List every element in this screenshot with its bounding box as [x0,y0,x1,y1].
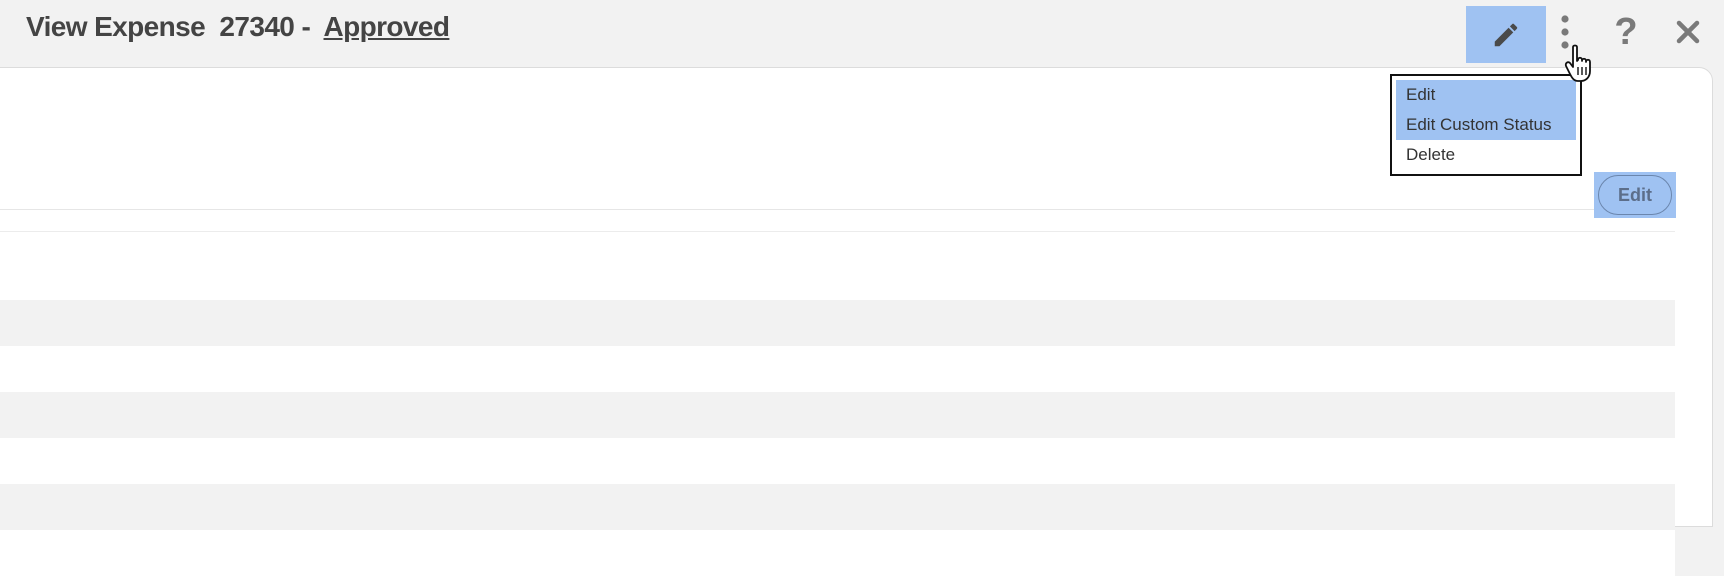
menu-item-edit-custom-status[interactable]: Edit Custom Status [1396,110,1576,140]
section-header-row [0,232,1675,300]
menu-item-edit[interactable]: Edit [1396,80,1576,110]
table-row [0,346,1675,392]
close-button[interactable] [1668,12,1708,52]
help-button[interactable]: ? [1606,10,1646,54]
table-row [0,484,1675,530]
page-header: View Expense 27340 - Approved ? [0,0,1724,66]
page-title-text: View Expense 27340 - [26,11,324,42]
section-edit-button[interactable]: Edit [1598,175,1672,215]
table-row [0,438,1675,484]
table-row [0,300,1675,346]
status-link[interactable]: Approved [324,11,450,42]
divider [0,209,1675,210]
pencil-icon [1494,23,1518,46]
help-icon: ? [1614,11,1638,53]
page-title: View Expense 27340 - Approved [26,11,450,43]
section-edit-highlight: Edit [1594,172,1676,218]
table-row [0,530,1675,576]
detail-rows [0,231,1675,576]
menu-item-delete[interactable]: Delete [1392,140,1580,170]
table-row [0,392,1675,438]
edit-pencil-button[interactable] [1466,6,1546,63]
close-icon [1676,20,1700,44]
hand-cursor-icon [1564,44,1591,82]
more-options-menu: Edit Edit Custom Status Delete [1390,74,1582,176]
